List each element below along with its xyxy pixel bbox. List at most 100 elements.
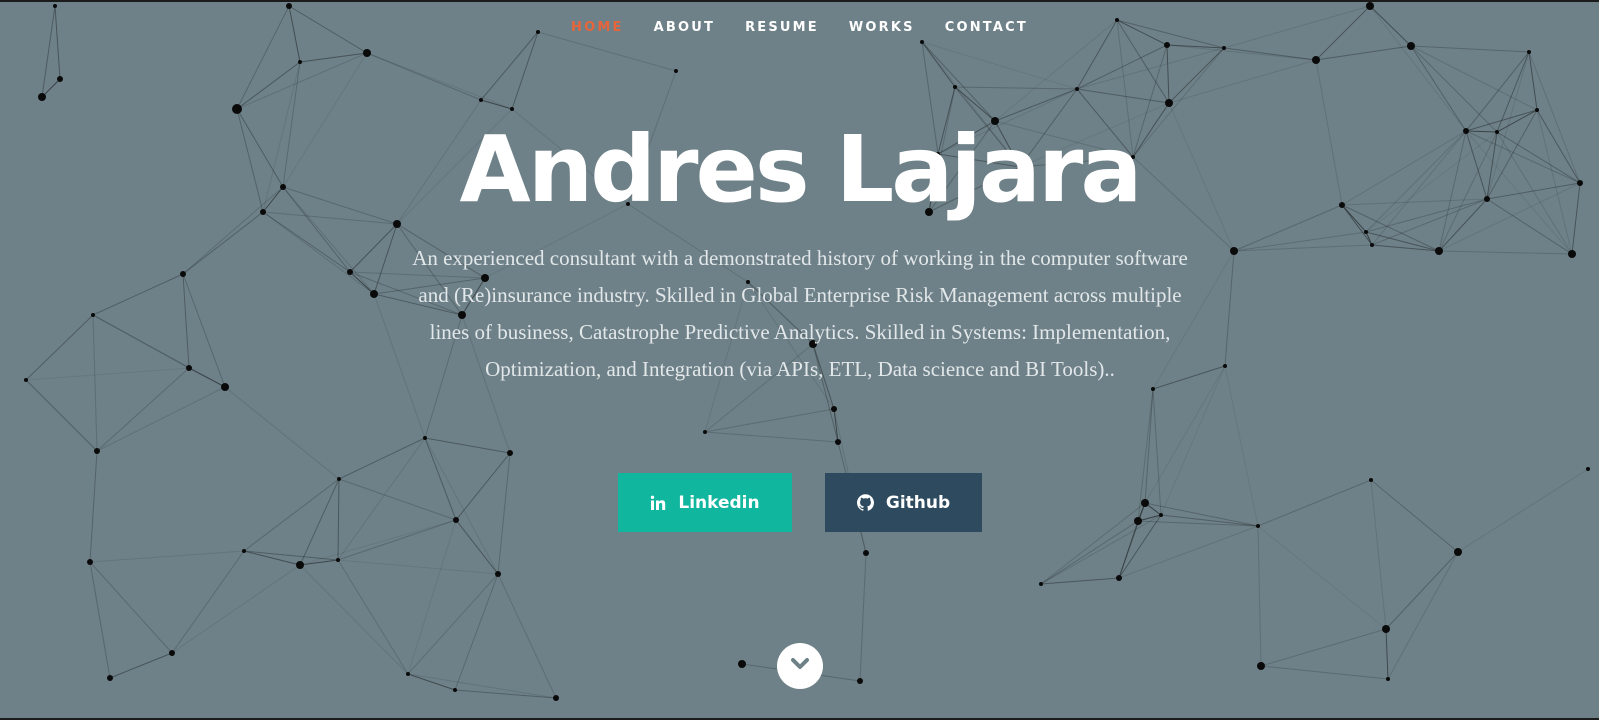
network-node: [1407, 42, 1415, 50]
network-line: [299, 559, 339, 566]
github-icon: [856, 494, 874, 511]
network-node: [1165, 99, 1173, 107]
network-node: [1223, 364, 1227, 368]
nav-home[interactable]: HOME: [571, 20, 624, 35]
network-node: [1370, 243, 1374, 247]
network-line: [1457, 468, 1589, 553]
network-line: [704, 431, 839, 443]
network-line: [366, 52, 513, 110]
network-line: [1385, 628, 1389, 680]
chevron-down-icon: [790, 657, 810, 676]
network-node: [337, 477, 341, 481]
network-line: [954, 86, 1078, 90]
github-button[interactable]: Github: [825, 473, 982, 532]
scroll-down-button[interactable]: [777, 643, 823, 689]
network-node: [453, 688, 457, 692]
nav-resume[interactable]: RESUME: [745, 20, 819, 35]
network-line: [299, 478, 340, 566]
network-line: [89, 450, 98, 563]
network-line: [1370, 479, 1459, 553]
network-line: [1224, 250, 1235, 367]
network-line: [511, 31, 539, 110]
network-line: [338, 437, 426, 480]
network-line: [349, 271, 375, 295]
network-line: [1152, 388, 1162, 516]
network-line: [407, 573, 499, 675]
network-node: [38, 93, 46, 101]
network-node: [24, 378, 28, 382]
network-line: [455, 452, 511, 521]
nav-about[interactable]: ABOUT: [654, 20, 715, 35]
network-node: [863, 550, 869, 556]
network-line: [1528, 51, 1538, 111]
bio-text: An experienced consultant with a demonst…: [412, 246, 1188, 381]
network-node: [180, 271, 186, 277]
network-line: [1076, 47, 1225, 90]
network-node: [221, 383, 229, 391]
network-line: [1370, 479, 1387, 630]
network-line: [1040, 577, 1120, 585]
network-line: [243, 550, 301, 566]
network-node: [370, 290, 378, 298]
network-line: [454, 689, 557, 699]
network-node: [53, 4, 57, 8]
github-button-label: Github: [885, 492, 951, 513]
network-line: [537, 31, 677, 72]
network-line: [1118, 525, 1259, 579]
network-node: [1568, 250, 1576, 258]
network-node: [87, 559, 93, 565]
network-node: [347, 269, 353, 275]
nav-contact[interactable]: CONTACT: [945, 20, 1028, 35]
network-node: [242, 549, 246, 553]
page-title: Andres Lajara: [459, 116, 1143, 223]
network-line: [337, 559, 409, 675]
linkedin-icon: [650, 495, 666, 511]
network-node: [835, 439, 841, 445]
network-line: [497, 573, 557, 699]
nav-works[interactable]: WORKS: [849, 20, 915, 35]
network-node: [857, 678, 863, 684]
network-line: [497, 452, 511, 575]
network-line: [1160, 365, 1226, 516]
network-line: [704, 408, 835, 433]
network-node: [495, 571, 501, 577]
network-node: [406, 672, 410, 676]
network-line: [1410, 45, 1530, 53]
network-node: [920, 40, 924, 44]
network-node: [1134, 517, 1142, 525]
network-line: [1040, 514, 1162, 585]
network-node: [479, 98, 483, 102]
linkedin-button[interactable]: Linkedin: [618, 473, 792, 532]
network-line: [454, 573, 499, 691]
network-line: [299, 519, 457, 566]
network-line: [424, 437, 457, 521]
network-node: [336, 558, 340, 562]
network-line: [337, 559, 499, 575]
network-line: [1118, 520, 1139, 579]
network-line: [1260, 665, 1389, 680]
network-line: [337, 519, 457, 561]
network-line: [1257, 479, 1372, 527]
network-line: [299, 564, 409, 675]
network-line: [424, 437, 499, 575]
hero-section: HOME ABOUT RESUME WORKS CONTACT Andres L…: [0, 2, 1599, 718]
network-line: [1260, 628, 1387, 667]
network-node: [453, 517, 459, 523]
network-line: [89, 550, 245, 563]
network-node: [1075, 87, 1079, 91]
network-node: [1312, 56, 1320, 64]
network-node: [1435, 247, 1443, 255]
network-node: [186, 365, 192, 371]
network-node: [1230, 247, 1238, 255]
network-line: [480, 99, 513, 110]
network-line: [171, 550, 245, 654]
network-node: [553, 695, 559, 701]
network-node: [1159, 513, 1163, 517]
network-line: [1315, 45, 1412, 61]
network-line: [92, 273, 184, 316]
network-node: [703, 430, 707, 434]
network-line: [171, 564, 301, 654]
network-line: [243, 478, 340, 552]
network-line: [1076, 88, 1170, 104]
network-line: [480, 31, 539, 101]
